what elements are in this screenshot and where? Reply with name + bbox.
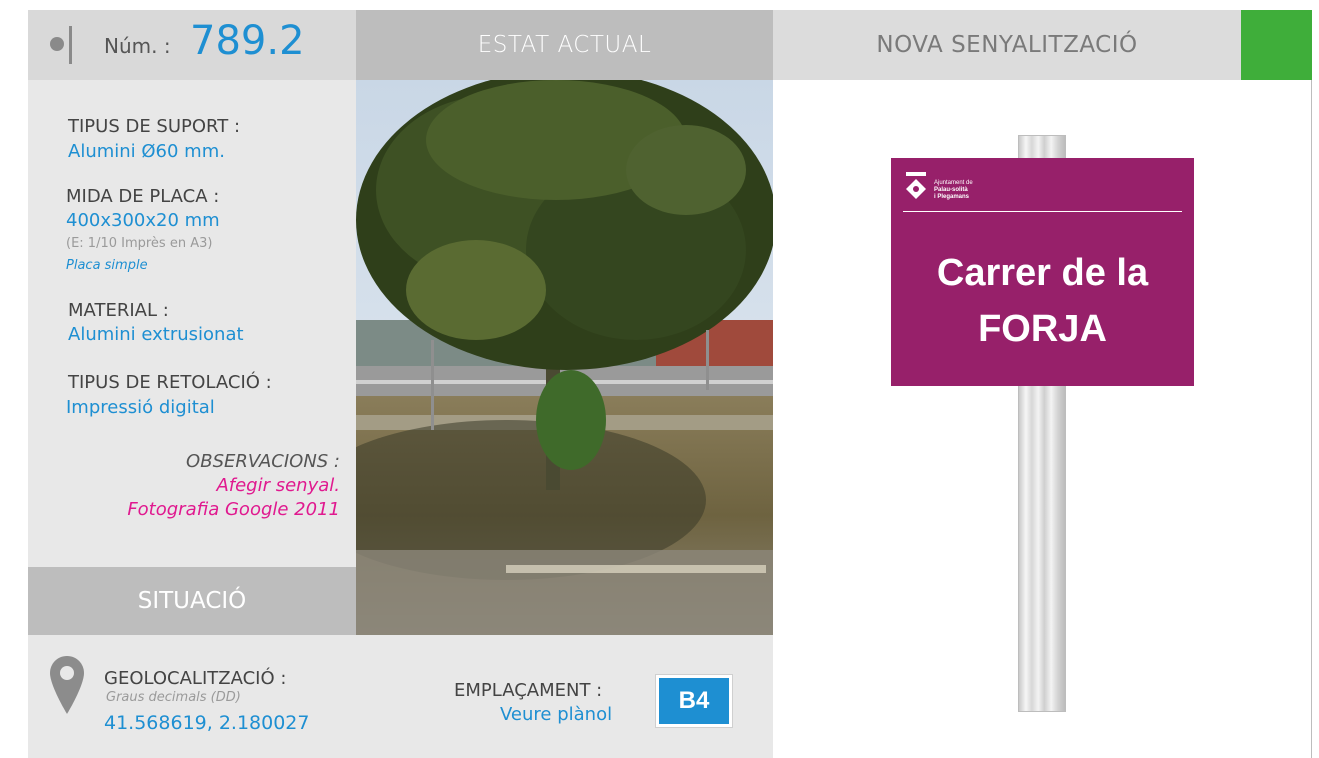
retolacio-value: Impressió digital	[66, 397, 215, 418]
veure-planol-link[interactable]: Veure plànol	[500, 704, 612, 725]
retolacio-label: TIPUS DE RETOLACIÓ :	[68, 372, 272, 393]
placa-label: MIDA DE PLACA :	[66, 186, 220, 207]
street-photo	[356, 80, 773, 635]
geolocalitzacio-label: GEOLOCALITZACIÓ :	[104, 668, 287, 689]
tab-nova-senyalitzacio: NOVA SENYALITZACIÓ	[773, 10, 1241, 80]
location-pin-icon	[50, 656, 84, 718]
number-label: Núm. :	[104, 34, 171, 58]
bullet-icon	[50, 37, 64, 51]
placa-value: 400x300x20 mm	[66, 210, 220, 231]
emplacament-label: EMPLAÇAMENT :	[454, 680, 603, 701]
sign-street-name: FORJA	[978, 308, 1107, 350]
municipal-name: Ajuntament de Palau-solità i Plegamans	[934, 180, 973, 200]
number-value: 789.2	[190, 18, 305, 64]
placa-type: Placa simple	[66, 258, 148, 273]
observacions-line: Fotografia Google 2011	[127, 499, 340, 520]
placa-scale: (E: 1/10 Imprès en A3)	[66, 236, 213, 251]
material-label: MATERIAL :	[68, 300, 169, 321]
observacions: OBSERVACIONS : Afegir senyal. Fotografia…	[60, 450, 340, 522]
geolocalitzacio-value: 41.568619, 2.180027	[104, 712, 310, 734]
sign-divider	[903, 211, 1182, 212]
situacio-header: SITUACIÓ	[28, 567, 356, 635]
suport-label: TIPUS DE SUPORT :	[68, 116, 241, 137]
emplacament-code-badge[interactable]: B4	[656, 675, 732, 727]
divider	[69, 26, 72, 64]
suport-value: Alumini Ø60 mm.	[68, 141, 225, 162]
observacions-line: Afegir senyal.	[216, 475, 340, 496]
sign-street-prefix: Carrer de la	[936, 252, 1149, 294]
material-value: Alumini extrusionat	[68, 324, 244, 345]
municipal-logo-icon	[905, 172, 927, 202]
geolocalitzacio-format: Graus decimals (DD)	[106, 690, 241, 705]
status-indicator	[1241, 10, 1312, 80]
tab-estat-actual: ESTAT ACTUAL	[356, 10, 773, 80]
observacions-label: OBSERVACIONS :	[186, 451, 340, 472]
